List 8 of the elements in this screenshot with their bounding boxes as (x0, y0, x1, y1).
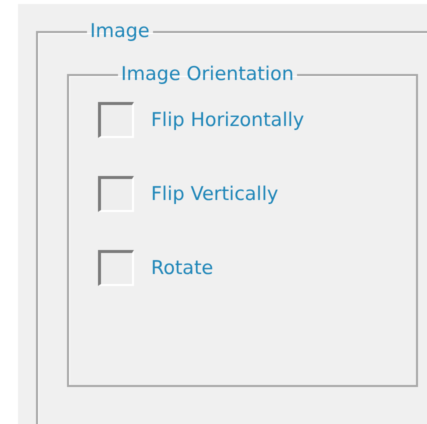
group-box-title: Image (89, 22, 151, 41)
checkbox[interactable] (98, 176, 134, 212)
checkbox[interactable] (98, 250, 134, 286)
checkbox-label[interactable]: Flip Vertically (151, 184, 278, 204)
checkbox[interactable] (98, 102, 134, 138)
checkbox-label[interactable]: Rotate (151, 258, 214, 278)
checkbox-label[interactable]: Flip Horizontally (151, 110, 304, 130)
orientation-group-title: Image Orientation (120, 65, 295, 84)
